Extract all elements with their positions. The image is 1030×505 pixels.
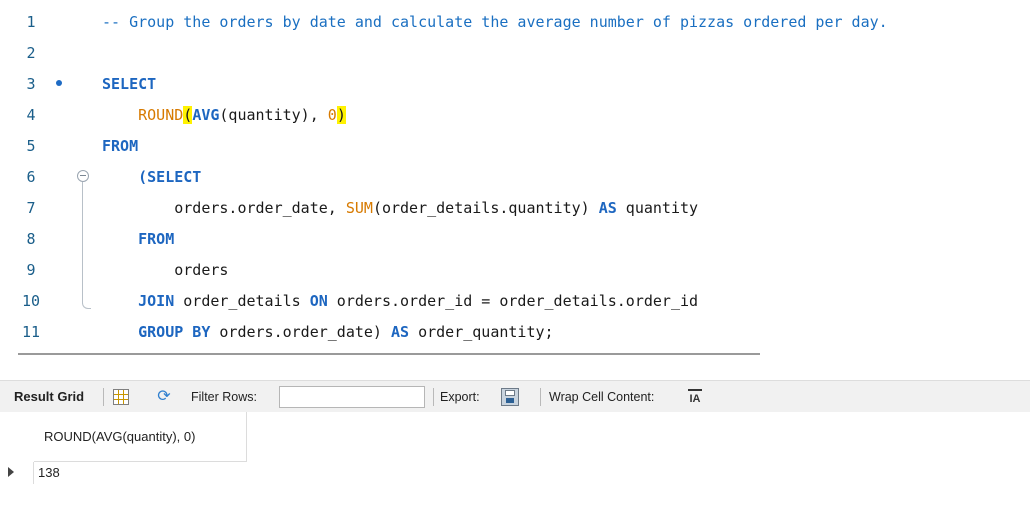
wrap-cell-content-label: Wrap Cell Content: <box>549 390 655 404</box>
toolbar-separator <box>540 388 541 406</box>
result-toolbar: Result Grid ⟳ Filter Rows: Export: Wrap … <box>0 380 1030 414</box>
panel-splitter[interactable] <box>18 353 760 355</box>
export-icon[interactable] <box>501 388 519 406</box>
line-number: 10 <box>21 292 41 310</box>
result-grid: ROUND(AVG(quantity), 0) 138 <box>0 412 1030 505</box>
code-text: orders.order_date, SUM(order_details.qua… <box>102 198 698 218</box>
code-token: orders.order_date, <box>102 199 346 217</box>
code-line[interactable]: 5 FROM <box>0 132 1030 163</box>
code-line[interactable]: 9 orders <box>0 256 1030 287</box>
grid-view-icon[interactable] <box>113 389 129 405</box>
code-text: FROM <box>102 229 174 249</box>
code-token: GROUP BY <box>138 323 211 341</box>
code-token: AS <box>598 199 617 217</box>
code-token: ( <box>183 106 193 124</box>
code-token: AS <box>391 323 410 341</box>
code-line[interactable]: 7 orders.order_date, SUM(order_details.q… <box>0 194 1030 225</box>
code-text: ROUND(AVG(quantity), 0) <box>102 105 346 125</box>
code-token: 0 <box>327 106 337 124</box>
line-number: 3 <box>26 75 36 93</box>
current-row-icon <box>8 467 14 477</box>
result-grid-tab[interactable]: Result Grid <box>14 381 84 413</box>
code-token: quantity <box>616 199 699 217</box>
code-token: FROM <box>102 137 139 155</box>
code-token: AVG <box>192 106 220 124</box>
code-text: JOIN order_details ON orders.order_id = … <box>102 291 698 311</box>
code-text: GROUP BY orders.order_date) AS order_qua… <box>102 322 554 342</box>
code-text: orders <box>102 260 228 280</box>
line-number: 4 <box>26 106 36 124</box>
code-token: ROUND <box>138 106 184 124</box>
code-line[interactable]: 3 SELECT <box>0 70 1030 101</box>
code-text: (SELECT <box>102 167 201 187</box>
wrap-cell-content-icon[interactable]: IA <box>688 389 702 405</box>
line-number: 5 <box>26 137 36 155</box>
table-cell[interactable]: 138 <box>34 462 60 484</box>
code-token: SELECT <box>102 75 157 93</box>
toolbar-separator <box>103 388 104 406</box>
code-token: FROM <box>138 230 175 248</box>
code-token: (quantity), <box>219 106 328 124</box>
code-line[interactable]: 4 ROUND(AVG(quantity), 0) <box>0 101 1030 132</box>
code-token: orders.order_date) <box>210 323 391 341</box>
code-token: JOIN <box>138 292 175 310</box>
code-token: order_quantity; <box>409 323 554 341</box>
code-token: ON <box>309 292 328 310</box>
code-line[interactable]: 8 FROM <box>0 225 1030 256</box>
line-number: 2 <box>26 44 36 62</box>
line-number: 11 <box>21 323 41 341</box>
code-token: (SELECT <box>138 168 202 186</box>
export-label: Export: <box>440 390 480 404</box>
toolbar-separator <box>433 388 434 406</box>
code-text: SELECT <box>102 74 156 94</box>
code-line[interactable]: 1 -- Group the orders by date and calcula… <box>0 8 1030 39</box>
line-number: 8 <box>26 230 36 248</box>
line-number: 1 <box>26 13 36 31</box>
filter-rows-input[interactable] <box>279 386 425 408</box>
line-number: 6 <box>26 168 36 186</box>
code-line[interactable]: 6 (SELECT <box>0 163 1030 194</box>
line-number: 7 <box>26 199 36 217</box>
fold-guide-line <box>82 182 83 300</box>
code-line[interactable]: 2 <box>0 39 1030 70</box>
code-token: -- Group the orders by date and calculat… <box>102 13 888 31</box>
filter-rows-label: Filter Rows: <box>191 390 257 404</box>
fold-toggle-icon[interactable] <box>77 170 89 182</box>
statement-marker-icon[interactable] <box>56 80 62 86</box>
refresh-icon[interactable]: ⟳ <box>155 388 173 406</box>
code-text: FROM <box>102 136 138 156</box>
code-token: (order_details.quantity) <box>372 199 599 217</box>
code-line[interactable]: 11 GROUP BY orders.order_date) AS order_… <box>0 318 1030 343</box>
code-token: orders <box>102 261 229 279</box>
code-token: order_details <box>174 292 310 310</box>
fold-guide-end <box>82 300 91 309</box>
code-text: -- Group the orders by date and calculat… <box>102 12 888 32</box>
sql-editor[interactable]: 1 -- Group the orders by date and calcula… <box>0 0 1030 343</box>
code-token: ) <box>336 106 346 124</box>
code-token: orders.order_id = order_details.order_id <box>327 292 699 310</box>
code-line[interactable]: 10 JOIN order_details ON orders.order_id… <box>0 287 1030 318</box>
line-number: 9 <box>26 261 36 279</box>
code-token: SUM <box>345 199 373 217</box>
column-header[interactable]: ROUND(AVG(quantity), 0) <box>34 412 247 462</box>
